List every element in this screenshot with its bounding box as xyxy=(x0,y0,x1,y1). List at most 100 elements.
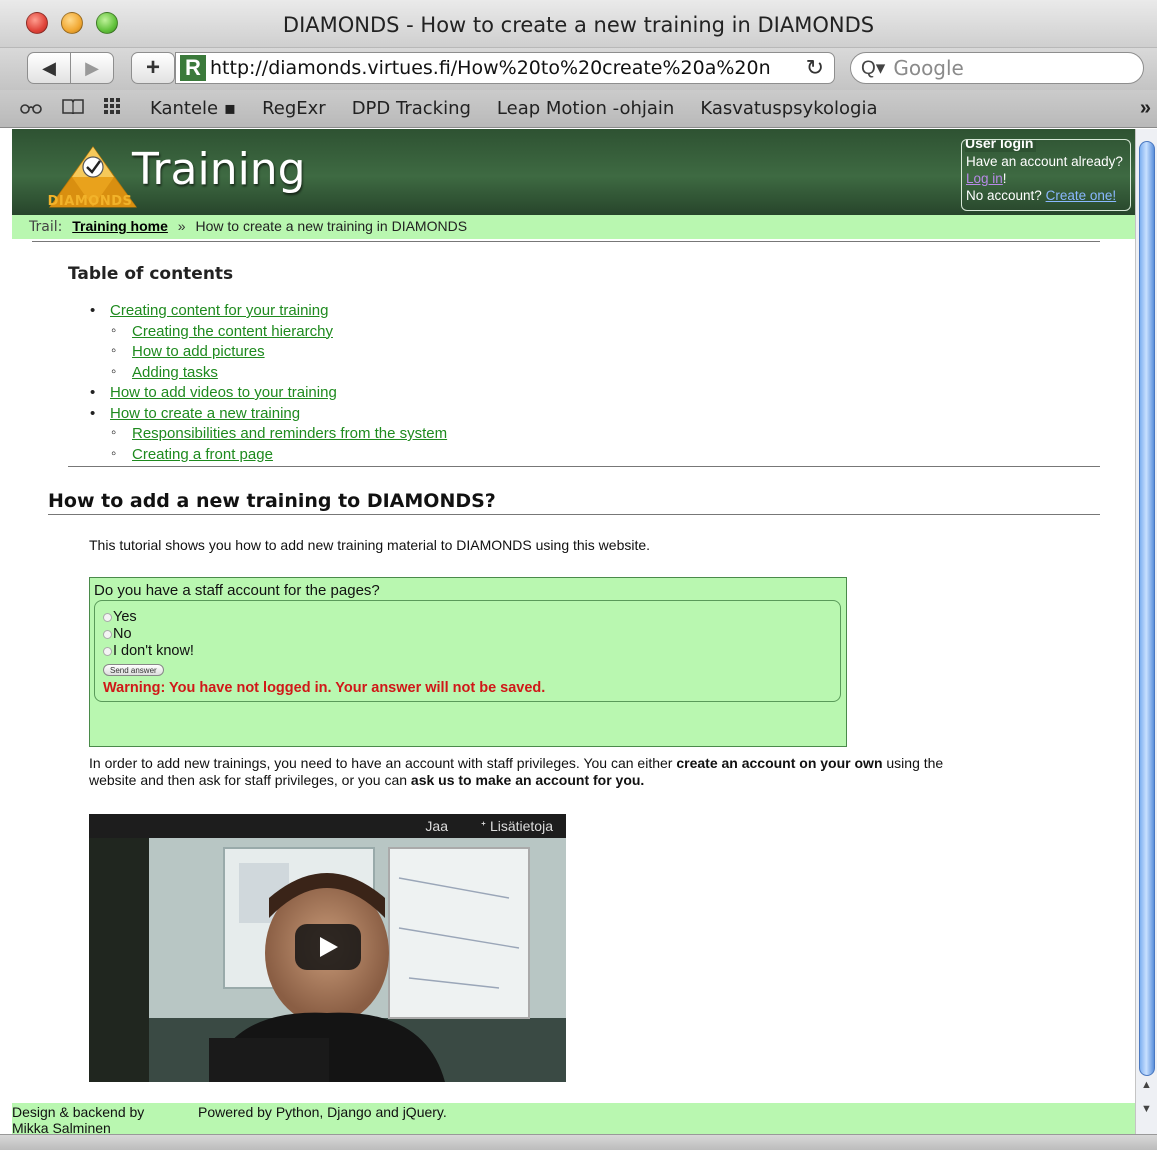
url-input[interactable]: http://diamonds.virtues.fi/How%20to%20cr… xyxy=(210,57,800,79)
login-prompt: Have an account already? Log in! xyxy=(966,153,1126,187)
play-icon xyxy=(320,937,338,957)
plus-icon: + xyxy=(145,54,160,81)
site-title: Training xyxy=(132,144,306,195)
create-account-link[interactable]: Create one! xyxy=(1046,188,1117,203)
toc-link[interactable]: Creating a front page xyxy=(132,446,273,463)
video-more-info-link[interactable]: ᐩ Lisätietoja xyxy=(481,818,553,835)
site-footer: Design & backend by Mikka Salminen Power… xyxy=(12,1103,1135,1134)
add-bookmark-button[interactable]: + xyxy=(131,52,175,84)
toc-link[interactable]: How to create a new training xyxy=(110,405,300,422)
scroll-up-arrow-icon[interactable]: ▲ xyxy=(1141,1079,1152,1091)
scroll-down-arrow-icon[interactable]: ▼ xyxy=(1141,1103,1152,1115)
login-prompt-text: Have an account already? xyxy=(966,154,1123,169)
video-player[interactable]: Jaa ᐩ Lisätietoja xyxy=(89,814,566,1082)
address-bar[interactable]: R http://diamonds.virtues.fi/How%20to%20… xyxy=(175,52,835,84)
video-share-link[interactable]: Jaa xyxy=(425,818,448,834)
radio-button[interactable] xyxy=(103,647,112,656)
log-in-link[interactable]: Log in xyxy=(966,171,1003,186)
toc-item: Adding tasks xyxy=(90,362,447,384)
poll-option-label: No xyxy=(113,626,132,642)
toc-item: How to create a new training xyxy=(90,404,447,425)
toc-link[interactable]: Responsibilities and reminders from the … xyxy=(132,425,447,442)
toc-link[interactable]: How to add videos to your training xyxy=(110,384,337,401)
bookmark-kantele[interactable]: Kantele ▪ xyxy=(150,98,236,119)
send-answer-button[interactable]: Send answer xyxy=(103,664,164,676)
divider xyxy=(48,514,1100,515)
vertical-scrollbar[interactable]: ▲ ▼ xyxy=(1135,129,1157,1134)
logo-wordmark: DIAMONDS xyxy=(47,194,133,209)
body-bold-text: ask us to make an account for you. xyxy=(410,772,645,788)
breadcrumb-home-link[interactable]: Training home xyxy=(72,218,168,234)
intro-paragraph: This tutorial shows you how to add new t… xyxy=(89,537,651,553)
reading-list-icon[interactable] xyxy=(20,98,42,119)
footer-credits: Design & backend by Mikka Salminen xyxy=(12,1104,145,1134)
forward-button[interactable]: ▶ xyxy=(70,52,114,84)
bookmark-leap-motion[interactable]: Leap Motion -ohjain xyxy=(497,98,674,119)
close-window-button[interactable] xyxy=(26,12,48,34)
divider xyxy=(32,241,1100,242)
poll-form: Yes No I don't know! Send answer Warning… xyxy=(94,600,841,702)
window-titlebar: DIAMONDS - How to create a new training … xyxy=(0,0,1157,48)
search-field[interactable]: Q▾ Google xyxy=(850,52,1144,84)
toc-item: How to add videos to your training xyxy=(90,383,447,404)
poll-question: Do you have a staff account for the page… xyxy=(94,582,380,599)
bookmarks-book-icon[interactable] xyxy=(62,98,84,119)
minimize-window-button[interactable] xyxy=(61,12,83,34)
toc-link[interactable]: Creating content for your training xyxy=(110,302,328,319)
poll-option[interactable]: No xyxy=(103,626,832,643)
no-account-text: No account? xyxy=(966,188,1042,203)
poll-option-label: Yes xyxy=(113,609,137,625)
reload-icon[interactable]: ↻ xyxy=(806,55,824,81)
poll-box: Do you have a staff account for the page… xyxy=(89,577,847,747)
login-exclamation: ! xyxy=(1002,171,1007,186)
site-header: DIAMONDS Training User login Have an acc… xyxy=(12,129,1135,215)
toc-item: Creating a front page xyxy=(90,444,447,466)
play-button[interactable] xyxy=(295,924,361,970)
more-bookmarks-icon[interactable]: » xyxy=(1140,97,1151,120)
toc-link[interactable]: How to add pictures xyxy=(132,343,265,360)
search-input[interactable]: Google xyxy=(893,56,964,80)
poll-option-label: I don't know! xyxy=(113,643,194,659)
breadcrumb-separator: » xyxy=(177,218,186,234)
bookmark-dpd-tracking[interactable]: DPD Tracking xyxy=(352,98,471,119)
login-legend: User login xyxy=(965,140,1037,152)
user-login-box: User login Have an account already? Log … xyxy=(961,139,1131,211)
search-icon[interactable]: Q▾ xyxy=(861,57,885,80)
bookmarks-bar: Kantele ▪ RegExr DPD Tracking Leap Motio… xyxy=(0,90,1157,128)
breadcrumb-current: How to create a new training in DIAMONDS xyxy=(195,218,468,234)
breadcrumb-label: Trail: xyxy=(29,219,63,235)
page-viewport: DIAMONDS Training User login Have an acc… xyxy=(12,129,1135,1134)
divider xyxy=(68,466,1100,467)
toc-item: Creating the content hierarchy xyxy=(90,321,447,343)
forward-arrow-icon: ▶ xyxy=(85,57,99,78)
bookmark-regexr[interactable]: RegExr xyxy=(262,98,326,119)
toc-item: Creating content for your training xyxy=(90,301,447,322)
site-favicon-icon: R xyxy=(180,55,206,81)
toc-title: Table of contents xyxy=(68,264,234,284)
bookmark-kasvatuspsykologia[interactable]: Kasvatuspsykologia xyxy=(700,98,877,119)
poll-option[interactable]: I don't know! xyxy=(103,643,832,660)
scrollbar-thumb[interactable] xyxy=(1139,141,1155,1076)
toc-item: Responsibilities and reminders from the … xyxy=(90,423,447,445)
toc-link[interactable]: Creating the content hierarchy xyxy=(132,323,333,340)
window-title: DIAMONDS - How to create a new training … xyxy=(282,13,875,37)
poll-warning: Warning: You have not logged in. Your an… xyxy=(103,680,546,696)
radio-button[interactable] xyxy=(103,630,112,639)
poll-option[interactable]: Yes xyxy=(103,609,832,626)
toc-item: How to add pictures xyxy=(90,341,447,363)
body-bold-text: create an account on your own xyxy=(676,755,883,771)
footer-powered-by: Powered by Python, Django and jQuery. xyxy=(198,1104,447,1120)
back-arrow-icon: ◀ xyxy=(42,57,56,78)
toc-link[interactable]: Adding tasks xyxy=(132,364,218,381)
browser-status-bar xyxy=(0,1134,1157,1150)
video-topbar: Jaa ᐩ Lisätietoja xyxy=(89,814,566,838)
table-of-contents: Creating content for your training Creat… xyxy=(90,301,447,465)
browser-toolbar: ◀ ▶ + R http://diamonds.virtues.fi/How%2… xyxy=(0,48,1157,90)
section-heading: How to add a new training to DIAMONDS? xyxy=(48,490,496,512)
zoom-window-button[interactable] xyxy=(96,12,118,34)
top-sites-grid-icon[interactable] xyxy=(104,98,124,119)
radio-button[interactable] xyxy=(103,613,112,622)
body-text-part: In order to add new trainings, you need … xyxy=(89,755,677,771)
back-button[interactable]: ◀ xyxy=(27,52,71,84)
breadcrumb: Trail: Training home » How to create a n… xyxy=(12,215,1135,239)
